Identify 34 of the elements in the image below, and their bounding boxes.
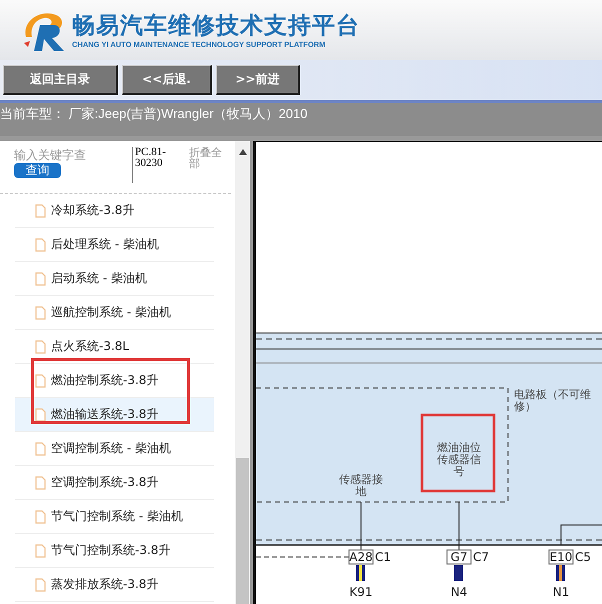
document-icon [35,340,46,354]
fuel-level-signal-label: 燃油油位 传感器信 号 [437,441,481,478]
wire-code: K91 [349,585,373,599]
site-title: 畅易汽车维修技术支持平台 [72,12,360,40]
document-icon [35,510,46,524]
document-icon [35,408,46,422]
document-icon [35,578,46,592]
connector-pin: E10 [548,550,574,564]
scrollbar[interactable] [235,141,250,604]
board-label: 电路板（不可维 修） [514,388,591,413]
tree-item[interactable]: 燃油输送系统-3.8升 [15,398,214,432]
document-icon [35,306,46,320]
search-button[interactable]: 查询 [14,163,61,178]
document-icon [35,238,46,252]
document-icon [35,544,46,558]
connector-label: C5 [575,550,592,564]
sensor-ground-label: 传感器接 地 [339,473,383,498]
document-icon [35,476,46,490]
document-icon [35,442,46,456]
connector-label: C1 [375,550,392,564]
document-icon [35,204,46,218]
connector-label: C7 [473,550,490,564]
nav-button[interactable]: 返回主目录 [3,65,118,95]
nav-button[interactable]: <<后退. [122,65,212,95]
wire-code: N4 [450,585,468,599]
connector-pin: A28 [348,550,374,564]
connector-pin: G7 [446,550,472,564]
document-icon [35,272,46,286]
up-arrow-icon[interactable] [238,149,246,155]
document-icon [35,374,46,388]
vehicle-info: 当前车型： 厂家:Jeep(吉普)Wrangler（牧马人）2010 [0,106,308,121]
nav-button[interactable]: >>前进 [216,65,300,95]
model-code: PC.81-30230 [132,147,181,183]
wire-code: N1 [552,585,570,599]
